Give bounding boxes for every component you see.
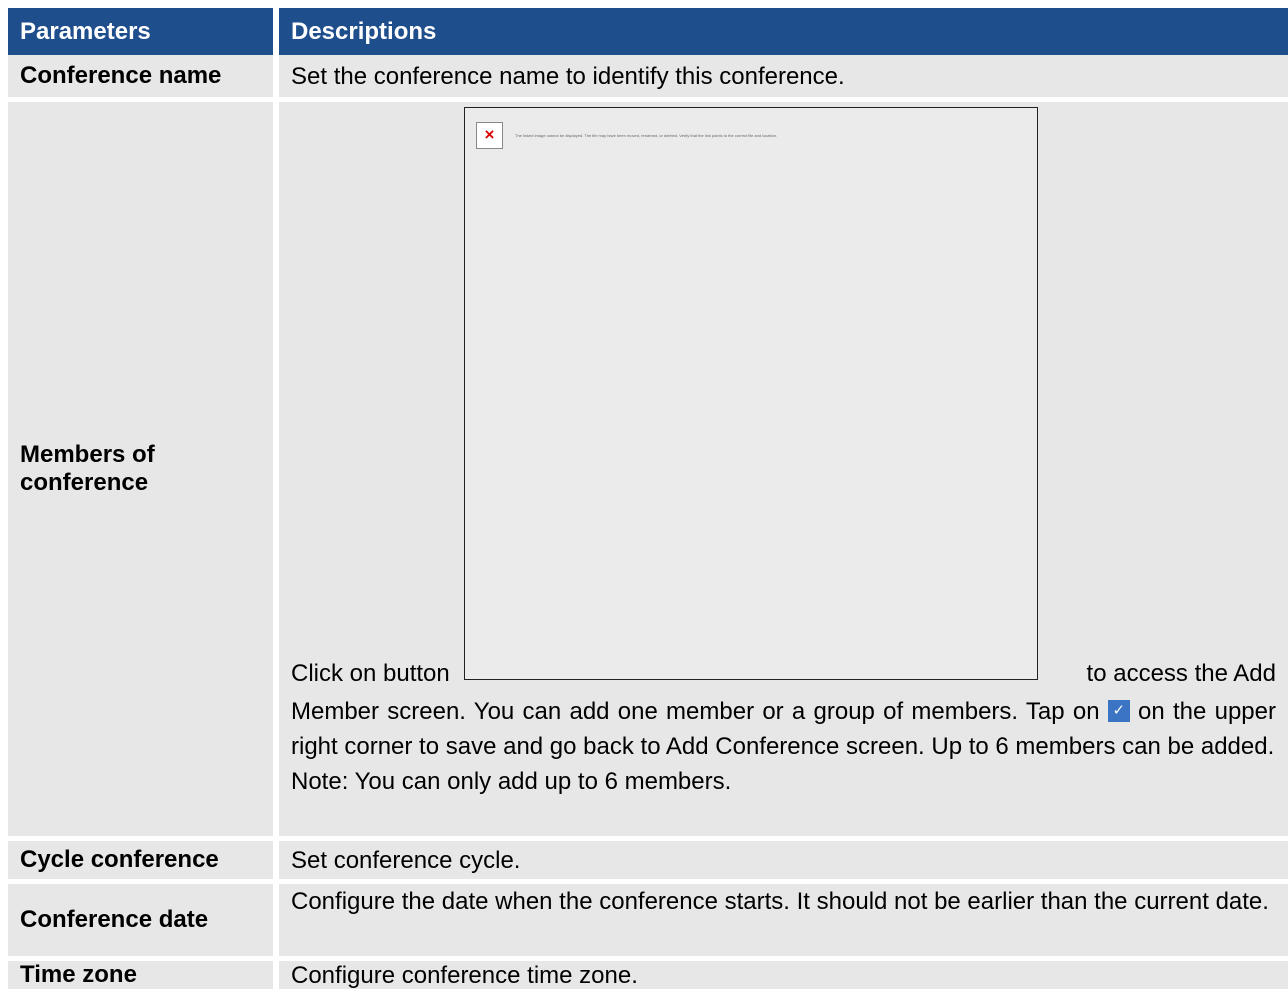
param-timezone: Time zone — [8, 961, 273, 989]
desc-conference-name: Set the conference name to identify this… — [279, 55, 1288, 97]
table-row: Cycle conference Set conference cycle. — [8, 841, 1288, 879]
table-row: Time zone Configure conference time zone… — [8, 961, 1288, 989]
members-desc-part1: Member screen. You can add one member or… — [291, 698, 1100, 725]
broken-image-icon: × — [476, 122, 503, 149]
desc-members: × The linked image cannot be displayed. … — [279, 102, 1288, 836]
param-conference-name: Conference name — [8, 55, 273, 97]
click-suffix: to access the Add — [1086, 660, 1276, 687]
param-members: Members of conference — [8, 102, 273, 836]
header-descriptions: Descriptions — [279, 8, 1288, 55]
broken-image-message: The linked image cannot be displayed. Th… — [515, 133, 778, 138]
desc-timezone: Configure conference time zone. — [279, 961, 1288, 989]
table-row: Members of conference × The linked image… — [8, 102, 1288, 836]
table-row: Conference date Configure the date when … — [8, 884, 1288, 956]
desc-cycle: Set conference cycle. — [279, 841, 1288, 879]
parameters-table: Parameters Descriptions Conference name … — [8, 8, 1288, 994]
members-note: Note: You can only add up to 6 members. — [291, 768, 732, 795]
param-date: Conference date — [8, 884, 273, 956]
click-prefix: Click on button — [291, 660, 450, 687]
header-parameters: Parameters — [8, 8, 273, 55]
desc-date: Configure the date when the conference s… — [279, 884, 1288, 956]
broken-image: × The linked image cannot be displayed. … — [464, 107, 1038, 680]
table-row: Conference name Set the conference name … — [8, 55, 1288, 97]
table-header: Parameters Descriptions — [8, 8, 1288, 55]
check-icon: ✓ — [1107, 700, 1130, 722]
param-cycle: Cycle conference — [8, 841, 273, 879]
members-description: Member screen. You can add one member or… — [291, 694, 1276, 799]
